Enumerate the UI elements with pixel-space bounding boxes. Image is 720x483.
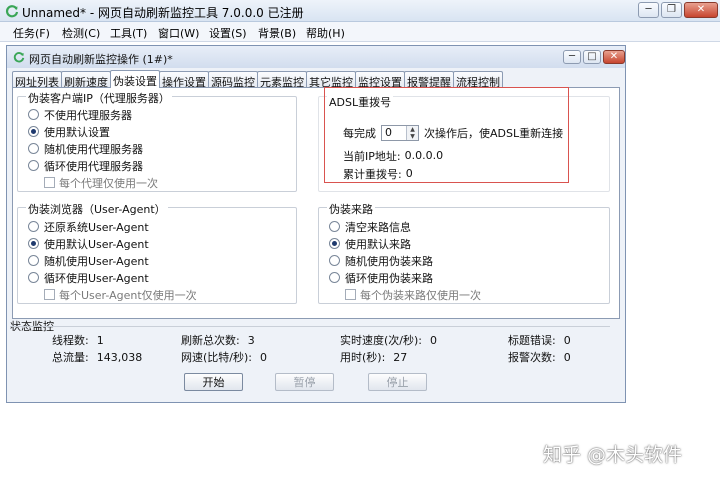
ua-once-checkbox[interactable]: 每个User-Agent仅使用一次 [44,287,197,302]
minimize-button[interactable]: ─ [638,2,659,18]
minimize-icon: ─ [645,4,652,15]
close-button[interactable]: ✕ [684,2,718,18]
tab-url-list[interactable]: 网址列表 [12,71,62,89]
radio-icon [28,272,39,283]
proxy-option-none[interactable]: 不使用代理服务器 [28,107,132,122]
stat-threads: 线程数: 1 [52,334,104,347]
tab-strip: 网址列表 刷新速度 伪装设置 操作设置 源码监控 元素监控 其它监控 监控设置 … [12,70,503,89]
adsl-highlight-box [324,87,569,183]
checkbox-icon [345,289,356,300]
referer-once-checkbox[interactable]: 每个伪装来路仅使用一次 [345,287,481,302]
stat-elapsed-time: 用时(秒): 27 [340,351,408,364]
menu-bar: 任务(F) 检测(C) 工具(T) 窗口(W) 设置(S) 背景(B) 帮助(H… [0,22,720,42]
radio-icon [28,160,39,171]
stat-alarm-count: 报警次数: 0 [508,351,571,364]
refresh-window-icon [13,52,25,63]
watermark: 知乎 @木头软件 [543,444,683,466]
tab-operation-settings[interactable]: 操作设置 [159,71,209,89]
app-title-bar: Unnamed* - 网页自动刷新监控工具 7.0.0.0 已注册 ─ ❐ ✕ [0,0,720,22]
user-agent-group: 伪装浏览器（User-Agent） 还原系统User-Agent 使用默认Use… [17,201,297,304]
radio-icon [329,221,340,232]
menu-help[interactable]: 帮助(H) [306,25,345,41]
monitor-window-title: 网页自动刷新监控操作 (1#)* [29,53,173,66]
tab-alarm-reminder[interactable]: 报警提醒 [404,71,454,89]
radio-selected-icon [28,238,39,249]
referer-option-random[interactable]: 随机使用伪装来路 [329,253,433,268]
ua-option-default[interactable]: 使用默认User-Agent [28,236,149,251]
inner-close-button[interactable]: ✕ [603,50,625,64]
stat-total-traffic: 总流量: 143,038 [52,351,143,364]
restore-icon: ❐ [667,4,676,15]
radio-selected-icon [28,126,39,137]
proxy-option-cycle[interactable]: 循环使用代理服务器 [28,158,143,173]
checkbox-icon [44,177,55,188]
start-button[interactable]: 开始 [184,373,243,391]
pause-button[interactable]: 暂停 [275,373,334,391]
inner-minimize-button[interactable]: ─ [563,50,581,64]
radio-icon [329,272,340,283]
stat-title-errors: 标题错误: 0 [508,334,571,347]
stat-realtime-speed: 实时速度(次/秒): 0 [340,334,437,347]
proxy-group-title: 伪装客户端IP（代理服务器） [26,90,172,106]
maximize-icon: □ [587,51,597,62]
tab-refresh-speed[interactable]: 刷新速度 [61,71,111,89]
referer-option-clear[interactable]: 清空来路信息 [329,219,411,234]
close-icon: ✕ [696,4,706,15]
monitor-window-title-bar: 网页自动刷新监控操作 (1#)* ─ □ ✕ [7,46,625,68]
proxy-option-default[interactable]: 使用默认设置 [28,124,110,139]
tab-element-monitor[interactable]: 元素监控 [257,71,307,89]
menu-window[interactable]: 窗口(W) [158,25,199,41]
ua-option-cycle[interactable]: 循环使用User-Agent [28,270,149,285]
ua-option-random[interactable]: 随机使用User-Agent [28,253,149,268]
tab-flow-control[interactable]: 流程控制 [453,71,503,89]
stat-refresh-total: 刷新总次数: 3 [181,334,255,347]
disguise-settings-panel: 伪装客户端IP（代理服务器） 不使用代理服务器 使用默认设置 随机使用代理服务器… [12,87,620,319]
radio-icon [329,255,340,266]
referer-option-default[interactable]: 使用默认来路 [329,236,411,251]
radio-selected-icon [329,238,340,249]
proxy-group: 伪装客户端IP（代理服务器） 不使用代理服务器 使用默认设置 随机使用代理服务器… [17,90,297,192]
referer-group: 伪装来路 清空来路信息 使用默认来路 随机使用伪装来路 循环使用伪装来路 每个伪… [318,201,610,304]
inner-maximize-button[interactable]: □ [583,50,601,64]
tab-source-monitor[interactable]: 源码监控 [208,71,258,89]
maximize-button[interactable]: ❐ [661,2,682,18]
menu-settings[interactable]: 设置(S) [209,25,247,41]
tab-disguise-settings[interactable]: 伪装设置 [110,70,160,88]
checkbox-icon [44,289,55,300]
proxy-option-random[interactable]: 随机使用代理服务器 [28,141,143,156]
tab-monitor-settings[interactable]: 监控设置 [355,71,405,89]
menu-task[interactable]: 任务(F) [13,25,50,41]
stat-net-rate: 网速(比特/秒): 0 [181,351,267,364]
minimize-icon: ─ [568,51,576,62]
stop-button[interactable]: 停止 [368,373,427,391]
user-agent-group-title: 伪装浏览器（User-Agent） [26,201,168,217]
ua-option-restore[interactable]: 还原系统User-Agent [28,219,149,234]
menu-detect[interactable]: 检测(C) [62,25,100,41]
menu-tools[interactable]: 工具(T) [110,25,147,41]
tab-other-monitor[interactable]: 其它监控 [306,71,356,89]
referer-option-cycle[interactable]: 循环使用伪装来路 [329,270,433,285]
referer-group-title: 伪装来路 [327,201,375,217]
status-divider [10,326,610,327]
refresh-app-icon [6,5,19,18]
app-title: Unnamed* - 网页自动刷新监控工具 7.0.0.0 已注册 [22,6,304,20]
radio-icon [28,221,39,232]
close-icon: ✕ [609,51,619,62]
radio-icon [28,255,39,266]
radio-icon [28,143,39,154]
radio-icon [28,109,39,120]
proxy-once-checkbox[interactable]: 每个代理仅使用一次 [44,175,158,190]
menu-background[interactable]: 背景(B) [258,25,296,41]
